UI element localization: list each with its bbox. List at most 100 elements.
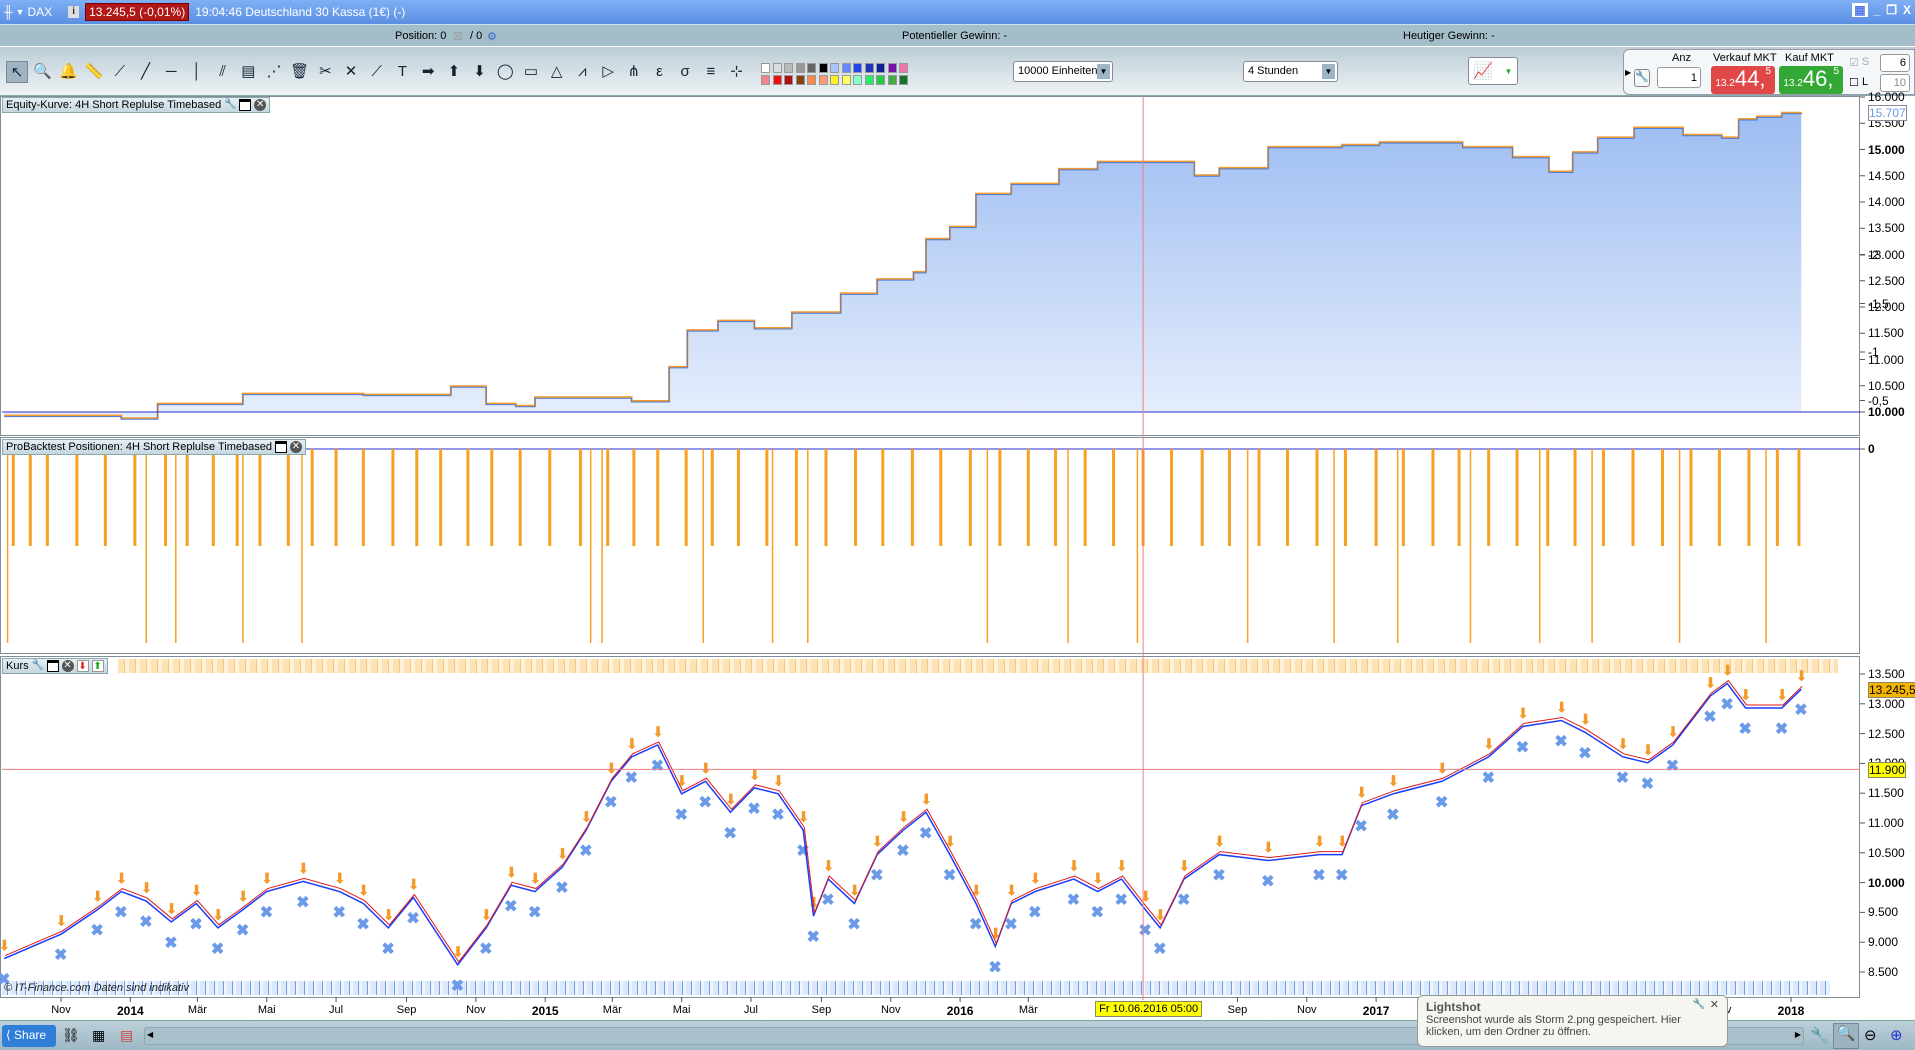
price-panel-header[interactable]: Kurs 🔧 ✕ ⬇ ⬆ — [2, 658, 108, 674]
short-entry-arrow: ⬇ — [333, 871, 346, 888]
position-bar-deep — [1333, 449, 1335, 643]
position-bar — [490, 449, 494, 546]
short-entry-arrow: ⬇ — [1517, 705, 1530, 722]
buy-arrow-icon[interactable]: ⬆ — [91, 660, 104, 672]
position-bar-deep — [1591, 449, 1593, 643]
short-entry-arrow: ⬇ — [261, 871, 274, 888]
short-entry-arrow: ⬇ — [115, 871, 128, 888]
equity-panel-header[interactable]: Equity-Kurve: 4H Short Replulse Timebase… — [2, 97, 271, 113]
position-bar — [1285, 449, 1289, 546]
short-exit-marker: ✖ — [1516, 739, 1529, 756]
wrench-icon[interactable]: 🔧 — [1693, 999, 1705, 1010]
short-entry-arrow: ⬇ — [1387, 773, 1400, 790]
short-exit-marker: ✖ — [1616, 770, 1629, 787]
short-entry-arrow: ⬇ — [1555, 699, 1568, 716]
position-bar-deep — [1246, 449, 1249, 643]
position-bar — [235, 449, 239, 546]
position-bar-deep — [807, 449, 809, 643]
position-bar — [1112, 449, 1116, 546]
position-bar — [854, 449, 858, 546]
short-entry-arrow: ⬇ — [505, 864, 518, 881]
charts-canvas[interactable]: ✖ ⬇ ✖ ⬇ ✖ ⬇ ✖ ⬇ ✖ ⬇ ✖ ⬇ ✖ ⬇ ✖ ⬇ ✖ ⬇ ✖ ⬇ ✖ ⬇ ✖ ⬇ ✖ ⬇ ✖ ⬇ ✖ ⬇ ✖ ⬇ ✖ ⬇ ✖ ⬇ ✖ ⬇ ✖ ⬇… — [0, 0, 1915, 1050]
short-exit-marker: ✖ — [1212, 868, 1225, 885]
position-bar-deep — [242, 449, 244, 643]
close-icon[interactable]: ✕ — [289, 441, 302, 453]
equity-panel-title: Equity-Kurve: 4H Short Replulse Timebase… — [6, 99, 222, 111]
short-exit-marker: ✖ — [604, 794, 617, 811]
position-bar — [1515, 449, 1519, 546]
position-bar — [578, 449, 582, 546]
position-bar-deep — [1067, 449, 1069, 643]
close-icon[interactable]: ✕ — [254, 99, 267, 111]
short-exit-marker: ✖ — [1775, 721, 1788, 738]
short-entry-arrow: ⬇ — [237, 889, 250, 906]
position-bar — [736, 449, 740, 546]
sell-arrow-icon[interactable]: ⬇ — [76, 660, 89, 672]
short-exit-marker: ✖ — [698, 794, 711, 811]
position-bar-deep — [175, 449, 177, 643]
short-exit-marker: ✖ — [988, 959, 1001, 976]
short-entry-arrow: ⬇ — [297, 860, 310, 877]
short-exit-marker: ✖ — [555, 880, 568, 897]
short-exit-marker: ✖ — [381, 941, 394, 958]
position-bar — [1631, 449, 1635, 546]
position-bar-deep — [1469, 449, 1472, 643]
position-bar — [606, 449, 610, 546]
short-exit-marker: ✖ — [1091, 905, 1104, 922]
short-exit-marker: ✖ — [896, 843, 909, 860]
short-exit-marker: ✖ — [189, 916, 202, 933]
short-entry-arrow: ⬇ — [1579, 711, 1592, 728]
positions-panel-title: ProBacktest Positionen: 4H Short Repluls… — [6, 441, 272, 453]
close-icon[interactable]: ✕ — [1710, 998, 1719, 1011]
short-exit-marker: ✖ — [579, 843, 592, 860]
position-bar — [466, 449, 470, 546]
position-bar — [1717, 449, 1721, 546]
position-bar-deep — [301, 449, 303, 643]
short-exit-marker: ✖ — [504, 898, 517, 915]
position-bar-deep — [702, 449, 704, 643]
short-exit-marker: ✖ — [451, 978, 464, 995]
short-entry-arrow: ⬇ — [212, 907, 225, 924]
position-bar — [391, 449, 395, 546]
short-entry-arrow: ⬇ — [1262, 840, 1275, 857]
short-exit-marker: ✖ — [675, 807, 688, 824]
lightshot-notification[interactable]: Lightshot Screenshot wurde als Storm 2.p… — [1417, 995, 1728, 1047]
short-entry-arrow: ⬇ — [920, 791, 933, 808]
positions-panel-header[interactable]: ProBacktest Positionen: 4H Short Repluls… — [2, 439, 306, 455]
position-bar — [28, 449, 32, 546]
position-bar-deep — [1678, 449, 1681, 643]
position-bar — [334, 449, 338, 546]
position-bar — [1257, 449, 1261, 546]
short-exit-marker: ✖ — [1703, 709, 1716, 726]
position-bar — [361, 449, 365, 546]
short-exit-marker: ✖ — [90, 923, 103, 940]
short-entry-arrow: ⬇ — [0, 938, 11, 955]
short-entry-arrow: ⬇ — [1139, 889, 1152, 906]
maximize-icon[interactable] — [239, 99, 252, 111]
short-exit-marker: ✖ — [479, 941, 492, 958]
maximize-icon[interactable] — [274, 441, 287, 453]
short-entry-arrow: ⬇ — [407, 877, 420, 894]
short-entry-arrow: ⬇ — [1029, 871, 1042, 888]
close-icon[interactable]: ✕ — [61, 660, 74, 672]
wrench-icon[interactable]: 🔧 — [32, 660, 44, 672]
short-exit-marker: ✖ — [164, 935, 177, 952]
short-entry-arrow: ⬇ — [1068, 858, 1081, 875]
short-entry-arrow: ⬇ — [190, 882, 203, 899]
short-exit-marker: ✖ — [1482, 770, 1495, 787]
position-bar-deep — [6, 449, 9, 643]
short-exit-marker: ✖ — [1554, 733, 1567, 750]
position-bar — [1026, 449, 1030, 546]
position-bar-deep — [601, 449, 603, 643]
position-bar — [684, 449, 688, 546]
short-exit-marker: ✖ — [771, 807, 784, 824]
position-bar — [548, 449, 552, 546]
short-entry-arrow: ⬇ — [652, 724, 665, 741]
short-exit-marker: ✖ — [1138, 923, 1151, 940]
short-exit-marker: ✖ — [260, 905, 273, 922]
crosshair-date-label: Fr 10.06.2016 05:00 — [1095, 1001, 1203, 1017]
maximize-icon[interactable] — [46, 660, 59, 672]
wrench-icon[interactable]: 🔧 — [224, 99, 236, 111]
short-exit-marker: ✖ — [236, 923, 249, 940]
short-entry-arrow: ⬇ — [897, 809, 910, 826]
